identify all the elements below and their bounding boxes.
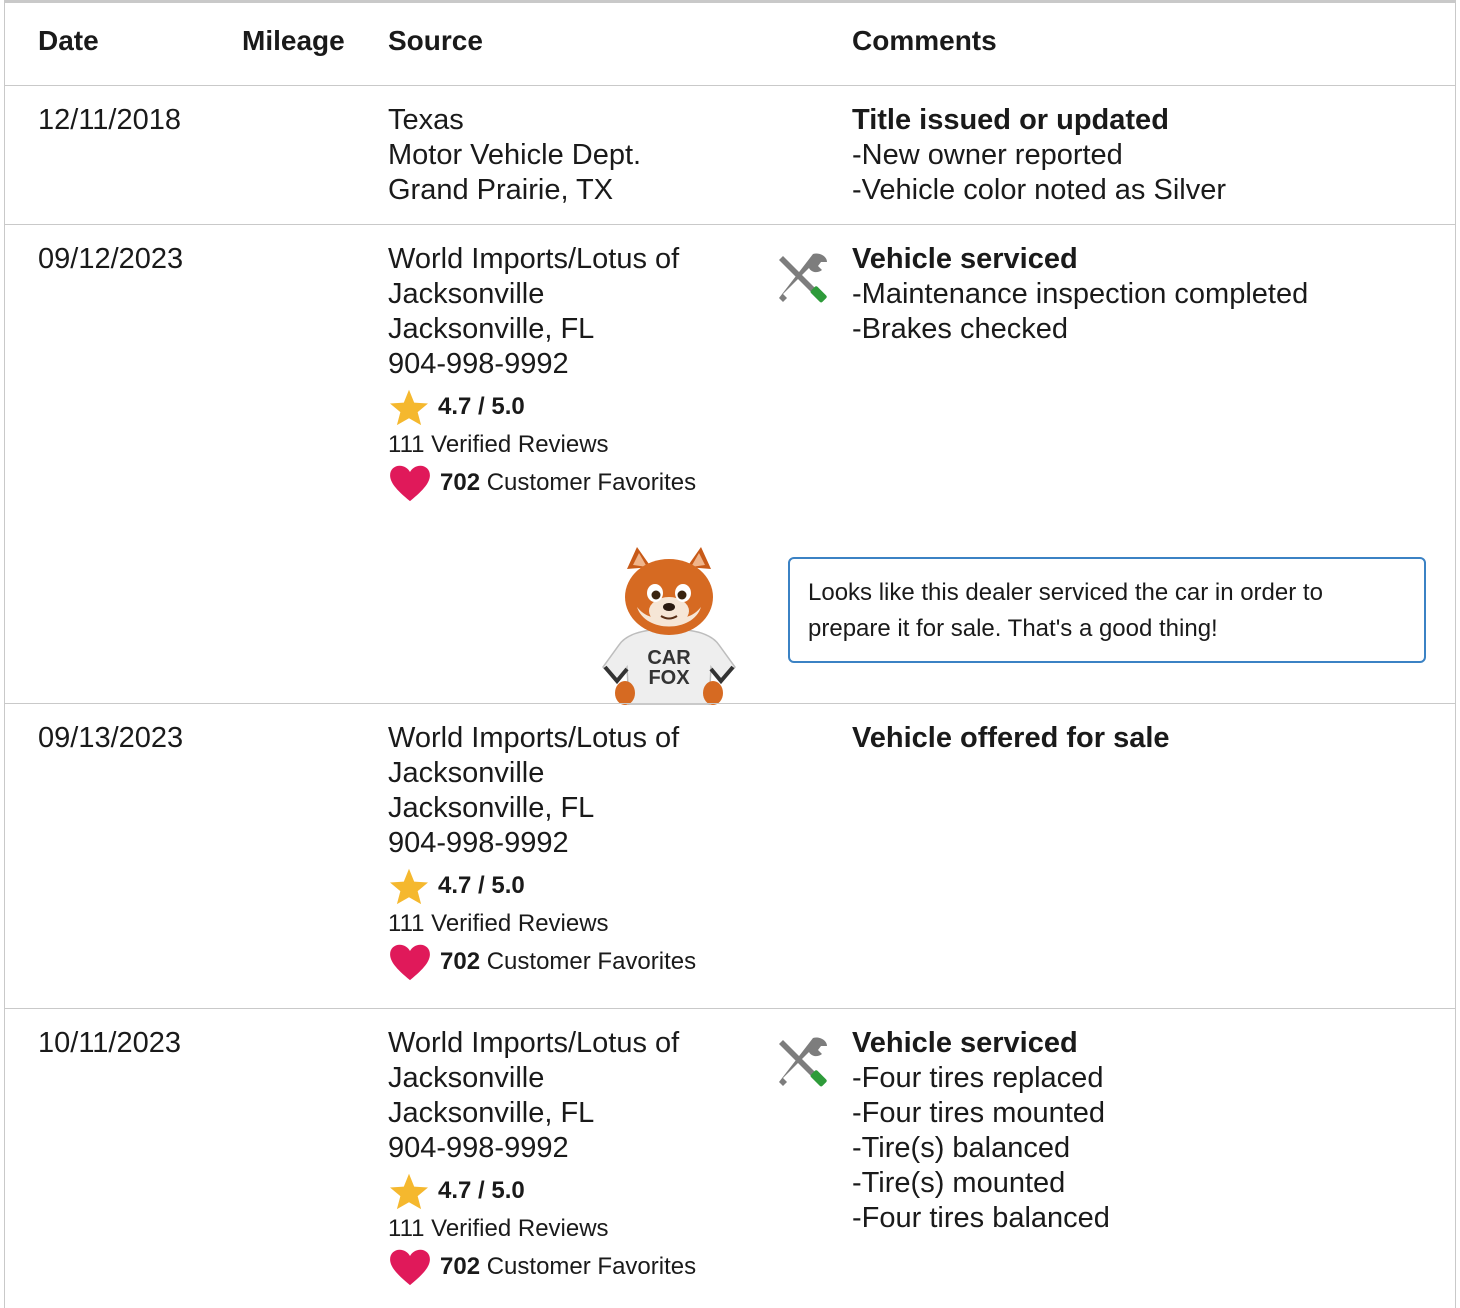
vehicle-history-table: Date Mileage Source Comments 12/11/2018 … <box>4 0 1456 1308</box>
star-icon <box>390 868 428 905</box>
source-location: Jacksonville, FL <box>388 792 595 824</box>
carfox-mascot: CAR FOX <box>602 547 736 705</box>
service-tools-icon <box>779 1037 827 1087</box>
comment-item: -Four tires mounted <box>852 1097 1106 1129</box>
rating-value: 4.7 / 5.0 <box>438 393 525 420</box>
favorites-count: 702 <box>440 1253 481 1280</box>
service-tools-icon <box>779 253 827 303</box>
header-mileage: Mileage <box>242 25 345 56</box>
dealer-rating: 4.7 / 5.0 <box>388 1172 696 1210</box>
source-name: World Imports/Lotus of <box>388 1027 680 1059</box>
source-phone: 904-998-9992 <box>388 348 569 380</box>
row-divider <box>5 703 1455 704</box>
favorites-label: Customer Favorites <box>486 469 697 496</box>
comment-item: -Brakes checked <box>852 313 1068 345</box>
heart-icon <box>390 465 430 502</box>
comment-item: -Four tires replaced <box>852 1062 1104 1094</box>
favorites-count: 702 <box>440 948 481 975</box>
favorites-count: 702 <box>440 469 481 496</box>
comment-item: -Vehicle color noted as Silver <box>852 174 1226 206</box>
record-comments: Vehicle offered for sale <box>852 721 1170 756</box>
row-divider <box>5 1008 1455 1009</box>
verified-reviews-link[interactable]: 111 Verified Reviews <box>388 1214 696 1244</box>
verified-reviews-link[interactable]: 111 Verified Reviews <box>388 909 696 939</box>
comment-item: -Tire(s) balanced <box>852 1132 1071 1164</box>
source-location: Jacksonville, FL <box>388 313 595 345</box>
comment-title: Vehicle offered for sale <box>852 722 1170 754</box>
record-date: 12/11/2018 <box>38 104 181 136</box>
source-name: World Imports/Lotus of <box>388 243 680 275</box>
rating-value: 4.7 / 5.0 <box>438 872 525 899</box>
record-comments: Vehicle serviced -Four tires replaced -F… <box>852 1026 1110 1236</box>
record-source: World Imports/Lotus of Jacksonville Jack… <box>388 242 696 502</box>
header-divider <box>5 85 1455 86</box>
source-location: Grand Prairie, TX <box>388 174 614 206</box>
rating-value: 4.7 / 5.0 <box>438 1177 525 1204</box>
comment-item: -Four tires balanced <box>852 1202 1110 1234</box>
customer-favorites: 702 Customer Favorites <box>388 464 696 502</box>
dealer-rating: 4.7 / 5.0 <box>388 388 696 426</box>
row-divider <box>5 224 1455 225</box>
source-phone: 904-998-9992 <box>388 1132 569 1164</box>
mascot-shirt-text: FOX <box>648 667 690 689</box>
source-name: Texas <box>388 104 464 136</box>
comment-item: -Maintenance inspection completed <box>852 278 1309 310</box>
heart-icon <box>390 944 430 981</box>
comment-item: -Tire(s) mounted <box>852 1167 1066 1199</box>
source-name-cont: Jacksonville <box>388 1062 545 1094</box>
source-location: Jacksonville, FL <box>388 1097 595 1129</box>
record-source: Texas Motor Vehicle Dept. Grand Prairie,… <box>388 103 641 208</box>
record-comments: Vehicle serviced -Maintenance inspection… <box>852 242 1308 347</box>
record-date: 10/11/2023 <box>38 1027 181 1059</box>
customer-favorites: 702 Customer Favorites <box>388 1248 696 1286</box>
record-source: World Imports/Lotus of Jacksonville Jack… <box>388 1026 696 1286</box>
favorites-label: Customer Favorites <box>486 1253 697 1280</box>
comment-item: -New owner reported <box>852 139 1123 171</box>
customer-favorites: 702 Customer Favorites <box>388 943 696 981</box>
source-name: World Imports/Lotus of <box>388 722 680 754</box>
heart-icon <box>390 1249 430 1286</box>
favorites-label: Customer Favorites <box>486 948 697 975</box>
mascot-shirt-text: CAR <box>647 647 691 669</box>
comment-title: Title issued or updated <box>852 104 1169 136</box>
header-comments: Comments <box>852 25 997 56</box>
record-comments: Title issued or updated -New owner repor… <box>852 103 1226 208</box>
source-phone: 904-998-9992 <box>388 827 569 859</box>
record-source: World Imports/Lotus of Jacksonville Jack… <box>388 721 696 981</box>
header-source: Source <box>388 25 483 56</box>
comment-title: Vehicle serviced <box>852 1027 1078 1059</box>
dealer-rating: 4.7 / 5.0 <box>388 867 696 905</box>
source-name-cont: Jacksonville <box>388 278 545 310</box>
star-icon <box>390 1173 428 1210</box>
source-name-cont: Jacksonville <box>388 757 545 789</box>
verified-reviews-link[interactable]: 111 Verified Reviews <box>388 430 696 460</box>
record-date: 09/12/2023 <box>38 243 184 275</box>
comment-title: Vehicle serviced <box>852 243 1078 275</box>
record-date: 09/13/2023 <box>38 722 184 754</box>
star-icon <box>390 389 428 426</box>
carfox-callout: Looks like this dealer serviced the car … <box>788 557 1426 663</box>
header-date: Date <box>38 25 99 56</box>
source-line: Motor Vehicle Dept. <box>388 139 642 171</box>
